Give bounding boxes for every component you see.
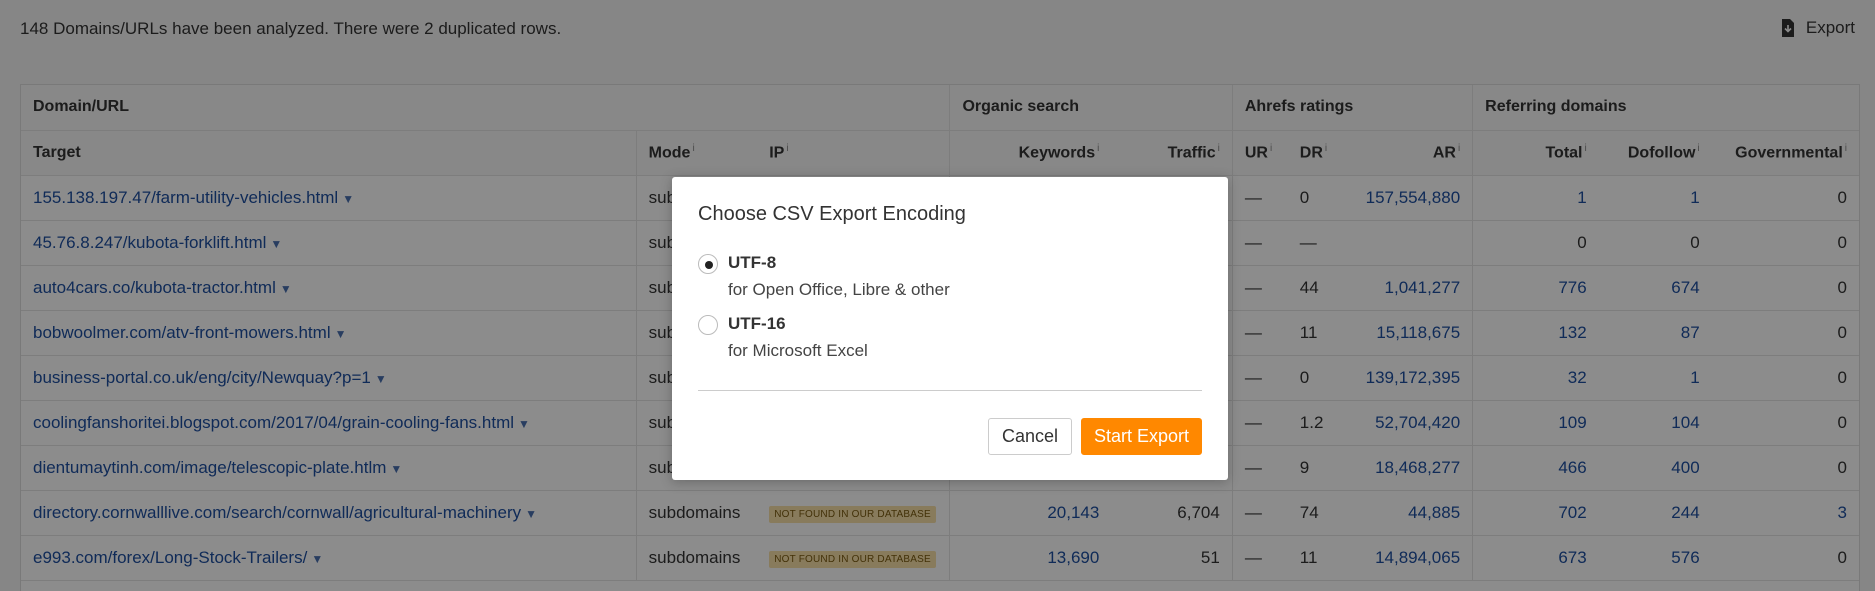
option-utf16[interactable]: UTF-16 for Microsoft Excel: [698, 314, 868, 361]
radio-utf16[interactable]: [698, 315, 718, 335]
dialog-title: Choose CSV Export Encoding: [698, 203, 966, 225]
option-utf8-label: UTF-8: [728, 253, 777, 272]
option-utf8-desc: for Open Office, Libre & other: [728, 280, 950, 299]
option-utf8[interactable]: UTF-8 for Open Office, Libre & other: [698, 253, 950, 300]
csv-encoding-dialog: Choose CSV Export Encoding UTF-8 for Ope…: [672, 177, 1228, 480]
start-export-button[interactable]: Start Export: [1081, 418, 1202, 455]
dialog-divider: [698, 390, 1202, 391]
option-utf16-desc: for Microsoft Excel: [728, 341, 868, 360]
radio-utf8[interactable]: [698, 254, 718, 274]
option-utf16-label: UTF-16: [728, 314, 786, 333]
cancel-button[interactable]: Cancel: [988, 418, 1072, 455]
